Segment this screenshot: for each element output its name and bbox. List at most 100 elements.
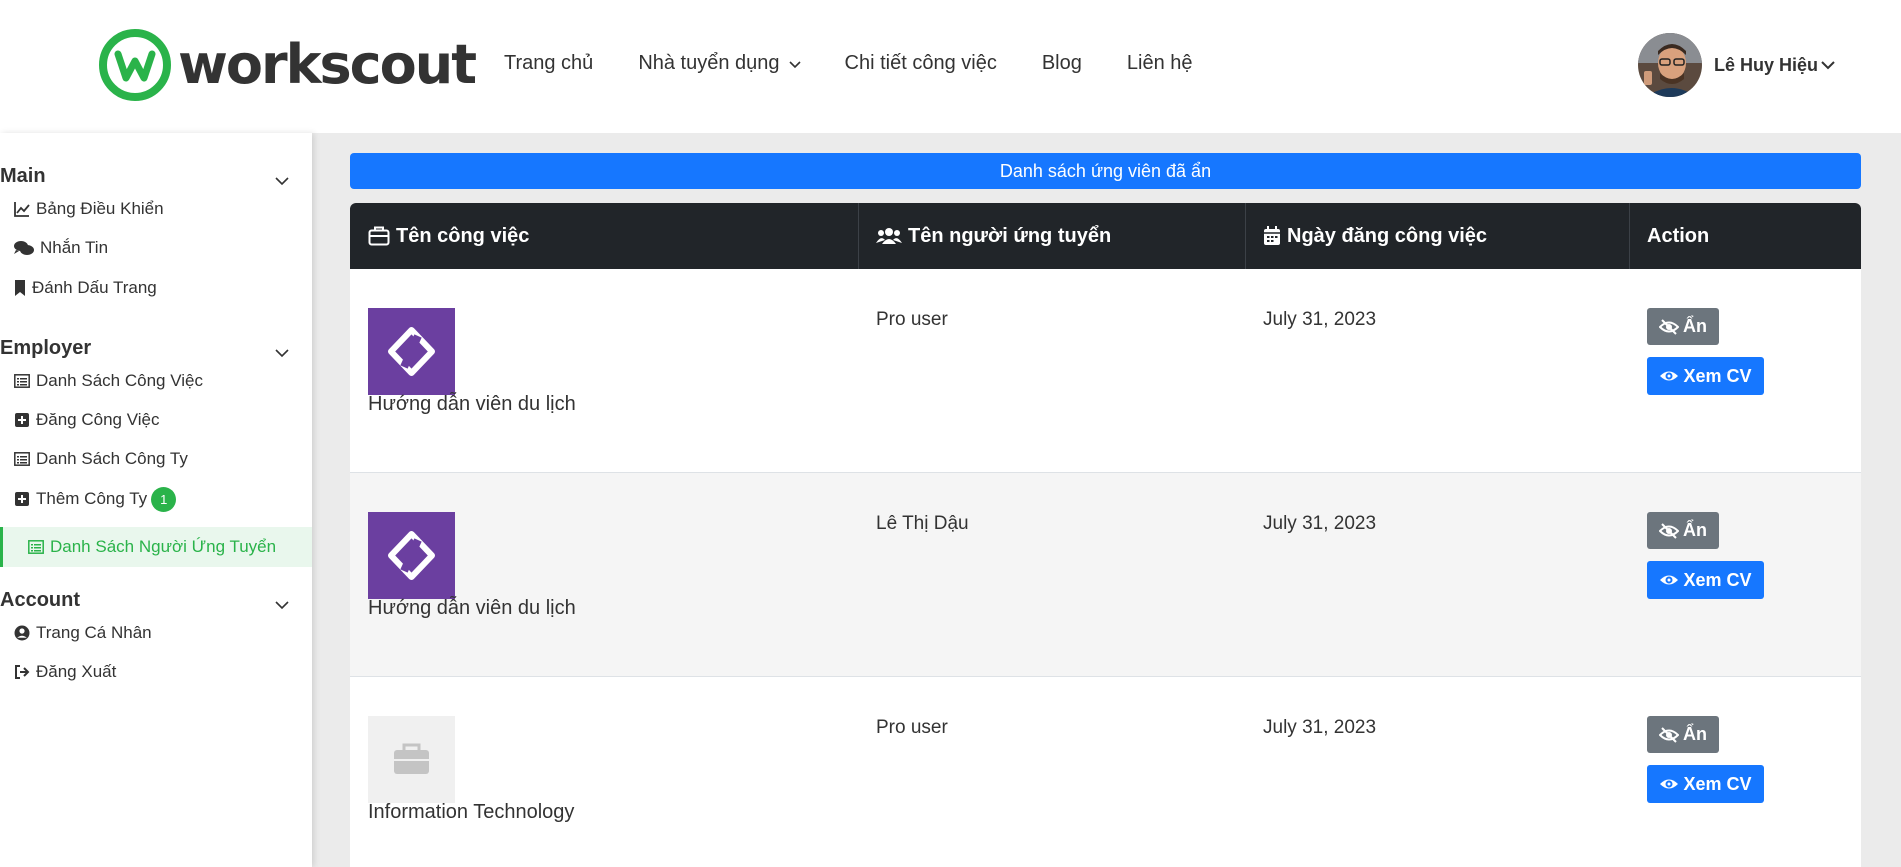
table-header: Tên công việc Tên người ứng tuyển Ngày đ… bbox=[350, 203, 1861, 269]
briefcase-icon bbox=[368, 226, 390, 246]
section-title-employer: Employer bbox=[0, 337, 92, 359]
hide-button[interactable]: Ẩn bbox=[1647, 308, 1719, 345]
post-date: July 31, 2023 bbox=[1263, 309, 1377, 330]
list-icon bbox=[14, 452, 30, 466]
hide-button[interactable]: Ẩn bbox=[1647, 512, 1719, 549]
plus-square-icon bbox=[15, 413, 29, 427]
sign-out-icon bbox=[15, 665, 30, 679]
chevron-down-icon[interactable] bbox=[274, 597, 290, 613]
placeholder-logo-icon[interactable] bbox=[368, 716, 455, 803]
sidebar-item-label: Danh Sách Công Việc bbox=[36, 371, 203, 390]
column-action: Action bbox=[1629, 203, 1709, 269]
chart-line-icon bbox=[14, 202, 30, 217]
table-row: Information Technology Pro user July 31,… bbox=[350, 677, 1861, 867]
view-cv-label: Xem CV bbox=[1683, 569, 1752, 590]
view-cv-button[interactable]: Xem CV bbox=[1647, 357, 1764, 395]
hide-button-label: Ẩn bbox=[1683, 724, 1707, 744]
top-header: workscout Trang chủ Nhà tuyển dụng Chi t… bbox=[0, 0, 1901, 133]
nav-home[interactable]: Trang chủ bbox=[504, 52, 593, 75]
sidebar-item-job-list[interactable]: Danh Sách Công Việc bbox=[14, 366, 203, 396]
post-date: July 31, 2023 bbox=[1263, 717, 1377, 738]
chevron-down-icon[interactable] bbox=[274, 345, 290, 361]
sidebar-item-label: Bảng Điều Khiển bbox=[36, 199, 164, 218]
list-icon bbox=[28, 540, 44, 554]
hide-button-label: Ẩn bbox=[1683, 316, 1707, 336]
applicant-name: Lê Thị Dậu bbox=[876, 513, 969, 534]
candidates-table: Tên công việc Tên người ứng tuyển Ngày đ… bbox=[350, 203, 1861, 867]
company-logo-icon[interactable] bbox=[368, 512, 455, 599]
sidebar-item-label: Danh Sách Người Ứng Tuyển bbox=[50, 537, 277, 556]
view-cv-button[interactable]: Xem CV bbox=[1647, 561, 1764, 599]
chevron-down-icon bbox=[788, 60, 801, 68]
sidebar-item-add-company[interactable]: Thêm Công Ty 1 bbox=[14, 484, 177, 514]
nav-employer-label: Nhà tuyển dụng bbox=[638, 52, 780, 74]
column-post-date: Ngày đăng công việc bbox=[1245, 203, 1487, 269]
column-label: Ngày đăng công việc bbox=[1287, 224, 1488, 247]
job-title[interactable]: Hướng dẫn viên du lịch bbox=[368, 597, 576, 620]
sidebar-item-label: Đánh Dấu Trang bbox=[32, 278, 157, 297]
view-cv-button[interactable]: Xem CV bbox=[1647, 765, 1764, 803]
eye-slash-icon bbox=[1659, 522, 1679, 539]
sidebar-item-bookmarks[interactable]: Đánh Dấu Trang bbox=[14, 273, 157, 303]
sidebar-item-label: Nhắn Tin bbox=[40, 238, 109, 257]
sidebar-item-label: Danh Sách Công Ty bbox=[36, 449, 188, 468]
post-date: July 31, 2023 bbox=[1263, 513, 1377, 534]
sidebar-item-logout[interactable]: Đăng Xuất bbox=[14, 657, 116, 687]
plus-square-icon bbox=[15, 492, 29, 506]
sidebar-item-messages[interactable]: Nhắn Tin bbox=[14, 233, 108, 263]
table-row: Hướng dẫn viên du lịch Lê Thị Dậu July 3… bbox=[350, 473, 1861, 677]
avatar bbox=[1638, 33, 1702, 97]
nav-home-label: Trang chủ bbox=[504, 52, 594, 74]
comments-icon bbox=[14, 241, 34, 255]
section-title-account: Account bbox=[0, 589, 80, 611]
chevron-down-icon bbox=[1821, 61, 1835, 70]
view-cv-label: Xem CV bbox=[1683, 773, 1752, 794]
eye-icon bbox=[1660, 371, 1679, 381]
dashboard-sidebar: Main Bảng Điều Khiển Nhắn Tin Đánh Dấu T… bbox=[0, 133, 312, 867]
column-label: Tên công việc bbox=[396, 224, 530, 247]
scrollbar-track[interactable] bbox=[1889, 133, 1901, 867]
nav-contact-label: Liên hệ bbox=[1126, 52, 1193, 74]
nav-employer[interactable]: Nhà tuyển dụng bbox=[638, 52, 801, 75]
user-photo-icon bbox=[1638, 33, 1702, 97]
list-icon bbox=[14, 374, 30, 388]
column-label: Action bbox=[1647, 224, 1710, 247]
hidden-candidates-banner: Danh sách ứng viên đã ẩn bbox=[350, 153, 1861, 189]
sidebar-item-post-job[interactable]: Đăng Công Việc bbox=[14, 405, 160, 435]
applicant-name: Pro user bbox=[876, 717, 948, 738]
nav-job-detail-label: Chi tiết công việc bbox=[844, 52, 997, 74]
site-logo[interactable]: workscout bbox=[98, 28, 477, 102]
company-logo-icon[interactable] bbox=[368, 308, 455, 395]
sidebar-item-dashboard[interactable]: Bảng Điều Khiển bbox=[14, 194, 164, 224]
sidebar-item-company-list[interactable]: Danh Sách Công Ty bbox=[14, 444, 188, 474]
nav-job-detail[interactable]: Chi tiết công việc bbox=[845, 52, 997, 75]
job-title[interactable]: Hướng dẫn viên du lịch bbox=[368, 393, 576, 416]
sidebar-item-label: Trang Cá Nhân bbox=[36, 623, 152, 642]
column-applicant: Tên người ứng tuyển bbox=[858, 203, 1111, 269]
nav-contact[interactable]: Liên hệ bbox=[1127, 52, 1193, 75]
job-title[interactable]: Information Technology bbox=[368, 801, 574, 824]
table-row: Hướng dẫn viên du lịch Pro user July 31,… bbox=[350, 269, 1861, 473]
hide-button[interactable]: Ẩn bbox=[1647, 716, 1719, 753]
main-nav: Trang chủ Nhà tuyển dụng Chi tiết công v… bbox=[504, 52, 1238, 75]
eye-slash-icon bbox=[1659, 726, 1679, 743]
bookmark-icon bbox=[15, 280, 25, 296]
calendar-icon bbox=[1264, 226, 1280, 245]
hide-button-label: Ẩn bbox=[1683, 520, 1707, 540]
nav-blog-label: Blog bbox=[1041, 52, 1082, 74]
workscout-logo-icon bbox=[99, 29, 171, 101]
users-icon bbox=[876, 228, 902, 244]
column-job-title: Tên công việc bbox=[350, 203, 529, 269]
nav-blog[interactable]: Blog bbox=[1042, 52, 1082, 75]
view-cv-label: Xem CV bbox=[1683, 365, 1752, 386]
user-name: Lê Huy Hiệu bbox=[1714, 54, 1819, 75]
logo-text: workscout bbox=[178, 33, 477, 96]
column-label: Tên người ứng tuyển bbox=[908, 224, 1112, 247]
sidebar-item-label: Đăng Công Việc bbox=[36, 410, 160, 429]
sidebar-item-profile[interactable]: Trang Cá Nhân bbox=[14, 618, 152, 648]
eye-icon bbox=[1660, 779, 1679, 789]
sidebar-item-applicants[interactable]: Danh Sách Người Ứng Tuyển bbox=[28, 532, 276, 562]
user-menu[interactable]: Lê Huy Hiệu bbox=[1638, 33, 1836, 97]
applicant-name: Pro user bbox=[876, 309, 948, 330]
chevron-down-icon[interactable] bbox=[274, 173, 290, 189]
